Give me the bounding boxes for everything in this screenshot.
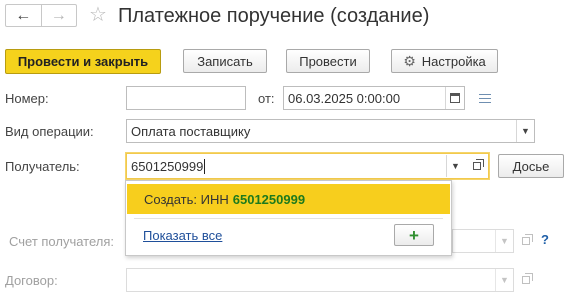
recipient-open-button[interactable] bbox=[469, 158, 485, 174]
recipient-input[interactable]: 6501250999 bbox=[126, 153, 489, 179]
operation-label: Вид операции: bbox=[5, 124, 94, 139]
open-window-icon bbox=[522, 234, 533, 245]
number-label: Номер: bbox=[5, 91, 49, 106]
contract-label: Договор: bbox=[5, 273, 58, 288]
page-title: Платежное поручение (создание) bbox=[118, 5, 430, 27]
recipient-dropdown-button[interactable]: ▼ bbox=[446, 155, 464, 177]
contract-open-button[interactable] bbox=[518, 272, 534, 288]
account-dropdown-button[interactable]: ▼ bbox=[495, 230, 513, 252]
recipient-autocomplete-dropdown: Создать: ИНН 6501250999 Показать все + bbox=[125, 180, 452, 256]
operation-select[interactable]: Оплата поставщику bbox=[126, 119, 535, 143]
save-button[interactable]: Записать bbox=[183, 49, 267, 73]
account-label: Счет получателя: bbox=[9, 234, 115, 249]
open-window-icon bbox=[522, 273, 533, 284]
favorite-star-icon[interactable]: ☆ bbox=[89, 4, 107, 26]
number-input[interactable] bbox=[126, 86, 246, 110]
operation-dropdown-button[interactable]: ▼ bbox=[516, 120, 534, 142]
date-label: от: bbox=[258, 91, 275, 106]
account-open-button[interactable] bbox=[518, 233, 534, 249]
dossier-button[interactable]: Досье bbox=[498, 154, 564, 178]
plus-icon: + bbox=[409, 225, 419, 245]
calendar-button[interactable] bbox=[445, 87, 463, 109]
post-button[interactable]: Провести bbox=[286, 49, 370, 73]
open-window-icon bbox=[473, 159, 484, 170]
date-input[interactable]: 06.03.2025 0:00:00 bbox=[283, 86, 465, 110]
show-all-link[interactable]: Показать все bbox=[143, 228, 222, 243]
create-prefix: Создать: ИНН bbox=[144, 191, 229, 207]
contract-input[interactable] bbox=[126, 268, 514, 292]
chevron-down-icon: ▼ bbox=[451, 161, 460, 171]
comment-icon[interactable] bbox=[477, 90, 493, 106]
forward-arrow-icon[interactable]: → bbox=[42, 5, 77, 26]
chevron-down-icon: ▼ bbox=[521, 126, 530, 136]
post-and-close-button[interactable]: Провести и закрыть bbox=[5, 49, 161, 74]
text-cursor bbox=[204, 158, 206, 174]
settings-button[interactable]: ⚙ Настройка bbox=[391, 49, 498, 73]
back-arrow-icon[interactable]: ← bbox=[6, 5, 41, 26]
dropdown-divider bbox=[134, 218, 443, 219]
gear-icon: ⚙ bbox=[403, 52, 416, 69]
help-icon[interactable]: ? bbox=[541, 232, 549, 247]
create-by-inn-item[interactable]: Создать: ИНН 6501250999 bbox=[127, 184, 450, 214]
chevron-down-icon: ▼ bbox=[500, 236, 509, 246]
operation-value: Оплата поставщику bbox=[131, 123, 251, 139]
date-value: 06.03.2025 0:00:00 bbox=[288, 90, 401, 106]
comment-lines bbox=[479, 93, 491, 103]
add-button[interactable]: + bbox=[394, 224, 434, 246]
chevron-down-icon: ▼ bbox=[500, 275, 509, 285]
calendar-icon bbox=[449, 93, 460, 103]
contract-dropdown-button[interactable]: ▼ bbox=[495, 269, 513, 291]
settings-button-label: Настройка bbox=[421, 53, 486, 69]
recipient-label: Получатель: bbox=[5, 159, 80, 174]
navigation-buttons: ← → bbox=[5, 4, 77, 27]
create-inn-value: 6501250999 bbox=[232, 191, 306, 207]
recipient-value: 6501250999 bbox=[131, 158, 204, 174]
